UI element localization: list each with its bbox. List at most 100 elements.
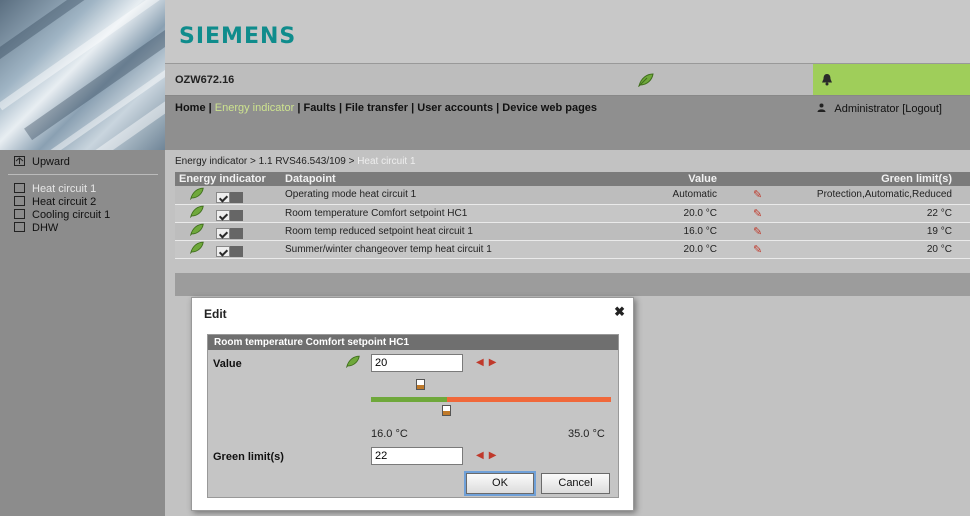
ok-button[interactable]: OK	[464, 471, 536, 496]
breadcrumb-sep: >	[348, 156, 355, 167]
datapoint-cell: Room temperature Comfort setpoint HC1	[281, 204, 651, 223]
nav-home[interactable]: Home	[175, 102, 206, 114]
value-label: Value	[213, 358, 242, 370]
sidebar-item-heat-circuit-2[interactable]: Heat circuit 2	[14, 196, 96, 208]
energy-checkbox[interactable]	[216, 209, 231, 221]
green-range	[371, 397, 447, 402]
green-limit-cell: 22 °C	[781, 204, 970, 223]
value-input[interactable]	[371, 354, 463, 372]
breadcrumb-device[interactable]: 1.1 RVS46.543/109	[259, 156, 346, 167]
green-limit-slider-handle[interactable]	[416, 379, 426, 390]
datapoint-table: Energy indicator Datapoint Value Green l…	[175, 172, 970, 259]
nav-file-transfer[interactable]: File transfer	[345, 102, 408, 114]
sidebar-item-label: DHW	[32, 222, 59, 234]
green-limit-cell: 19 °C	[781, 222, 970, 241]
value-cell: Automatic	[651, 186, 721, 205]
edit-pencil-icon[interactable]: ✎	[753, 226, 762, 238]
user-name: Administrator	[834, 103, 900, 115]
nav-separator: |	[496, 102, 500, 114]
energy-checkbox[interactable]	[216, 191, 231, 203]
table-footer-band	[175, 273, 970, 296]
sidebar-divider	[8, 174, 158, 175]
nav-separator: |	[411, 102, 415, 114]
table-row[interactable]: Summer/winter changeover temp heat circu…	[175, 240, 970, 259]
edit-dialog: Edit ✖ Room temperature Comfort setpoint…	[191, 297, 634, 511]
breadcrumb-sep: >	[250, 156, 256, 167]
header-building-image	[0, 0, 165, 150]
upward-button[interactable]: Upward	[14, 156, 70, 168]
sidebar-item-cooling-circuit-1[interactable]: Cooling circuit 1	[14, 209, 110, 221]
sidebar-item-label: Cooling circuit 1	[32, 209, 111, 221]
sidebar-item-label: Heat circuit 1	[32, 183, 97, 195]
upward-label: Upward	[32, 156, 70, 168]
status-swatch	[229, 209, 244, 221]
status-swatch	[229, 191, 244, 203]
green-limit-input[interactable]	[371, 447, 463, 465]
col-green-limits: Green limit(s)	[781, 172, 970, 186]
status-swatch	[229, 227, 244, 239]
main-nav: Home | Energy indicator | Faults | File …	[165, 96, 970, 150]
leaf-icon	[345, 355, 361, 371]
breadcrumb-current: Heat circuit 1	[357, 156, 416, 167]
edit-pencil-icon[interactable]: ✎	[753, 244, 762, 256]
siemens-logo: SIEMENS	[179, 24, 297, 49]
nav-separator: |	[338, 102, 343, 114]
arrow-in-icon	[14, 209, 25, 219]
nav-separator: |	[208, 102, 212, 114]
cancel-button[interactable]: Cancel	[541, 473, 610, 494]
decrease-arrow-icon[interactable]: ◀	[476, 450, 489, 461]
slider-min-label: 16.0 °C	[371, 428, 408, 440]
increase-arrow-icon[interactable]: ▶	[489, 357, 502, 368]
nav-user-accounts[interactable]: User accounts	[417, 102, 493, 114]
dialog-title: Edit	[204, 307, 227, 321]
energy-checkbox[interactable]	[216, 227, 231, 239]
alarm-bar[interactable]	[813, 64, 970, 95]
nav-faults[interactable]: Faults	[303, 102, 335, 114]
edit-pencil-icon[interactable]: ✎	[753, 189, 762, 201]
sidebar-item-label: Heat circuit 2	[32, 196, 97, 208]
user-icon	[817, 103, 829, 115]
table-row[interactable]: Room temperature Comfort setpoint HC1 20…	[175, 204, 970, 223]
increase-arrow-icon[interactable]: ▶	[489, 450, 502, 461]
energy-checkbox[interactable]	[216, 245, 231, 257]
brand-bar: SIEMENS	[165, 0, 970, 63]
value-slider[interactable]	[371, 397, 611, 402]
leaf-icon	[189, 241, 205, 257]
sidebar: Upward Heat circuit 1 Heat circuit 2 Coo…	[0, 150, 165, 516]
leaf-icon	[189, 187, 205, 203]
edit-pencil-icon[interactable]: ✎	[753, 208, 762, 220]
leaf-icon	[189, 205, 205, 221]
nav-device-web-pages[interactable]: Device web pages	[502, 102, 597, 114]
breadcrumb-energy[interactable]: Energy indicator	[175, 156, 247, 167]
table-row[interactable]: Room temp reduced setpoint heat circuit …	[175, 222, 970, 241]
green-limit-cell: 20 °C	[781, 240, 970, 259]
logout-link[interactable]: [Logout]	[902, 103, 942, 115]
table-row[interactable]: Operating mode heat circuit 1 Automatic …	[175, 186, 970, 205]
leaf-icon[interactable]	[637, 73, 655, 90]
green-limit-label: Green limit(s)	[213, 451, 284, 463]
arrow-in-icon	[14, 222, 25, 232]
panel-title: Room temperature Comfort setpoint HC1	[208, 335, 618, 350]
col-energy-indicator: Energy indicator	[175, 172, 281, 186]
close-icon[interactable]: ✖	[614, 304, 625, 320]
nav-energy-indicator[interactable]: Energy indicator	[215, 102, 295, 114]
col-datapoint: Datapoint	[281, 172, 651, 186]
device-name: OZW672.16	[175, 74, 235, 86]
breadcrumb: Energy indicator > 1.1 RVS46.543/109 > H…	[175, 156, 416, 167]
sidebar-item-dhw[interactable]: DHW	[14, 222, 58, 234]
value-cell: 16.0 °C	[651, 222, 721, 241]
value-cell: 20.0 °C	[651, 240, 721, 259]
value-cell: 20.0 °C	[651, 204, 721, 223]
bell-icon[interactable]	[821, 73, 833, 89]
green-limit-cell: Protection,Automatic,Reduced	[781, 186, 970, 205]
decrease-arrow-icon[interactable]: ◀	[476, 357, 489, 368]
value-slider-handle[interactable]	[441, 405, 451, 416]
edit-panel: Room temperature Comfort setpoint HC1 Va…	[207, 334, 619, 498]
green-limit-stepper[interactable]: ◀▶	[476, 450, 501, 461]
sidebar-item-heat-circuit-1[interactable]: Heat circuit 1	[14, 183, 96, 195]
value-stepper[interactable]: ◀▶	[476, 357, 501, 368]
datapoint-cell: Operating mode heat circuit 1	[281, 186, 651, 205]
arrow-in-icon	[14, 196, 25, 206]
nav-separator: |	[297, 102, 301, 114]
leaf-icon	[189, 223, 205, 239]
